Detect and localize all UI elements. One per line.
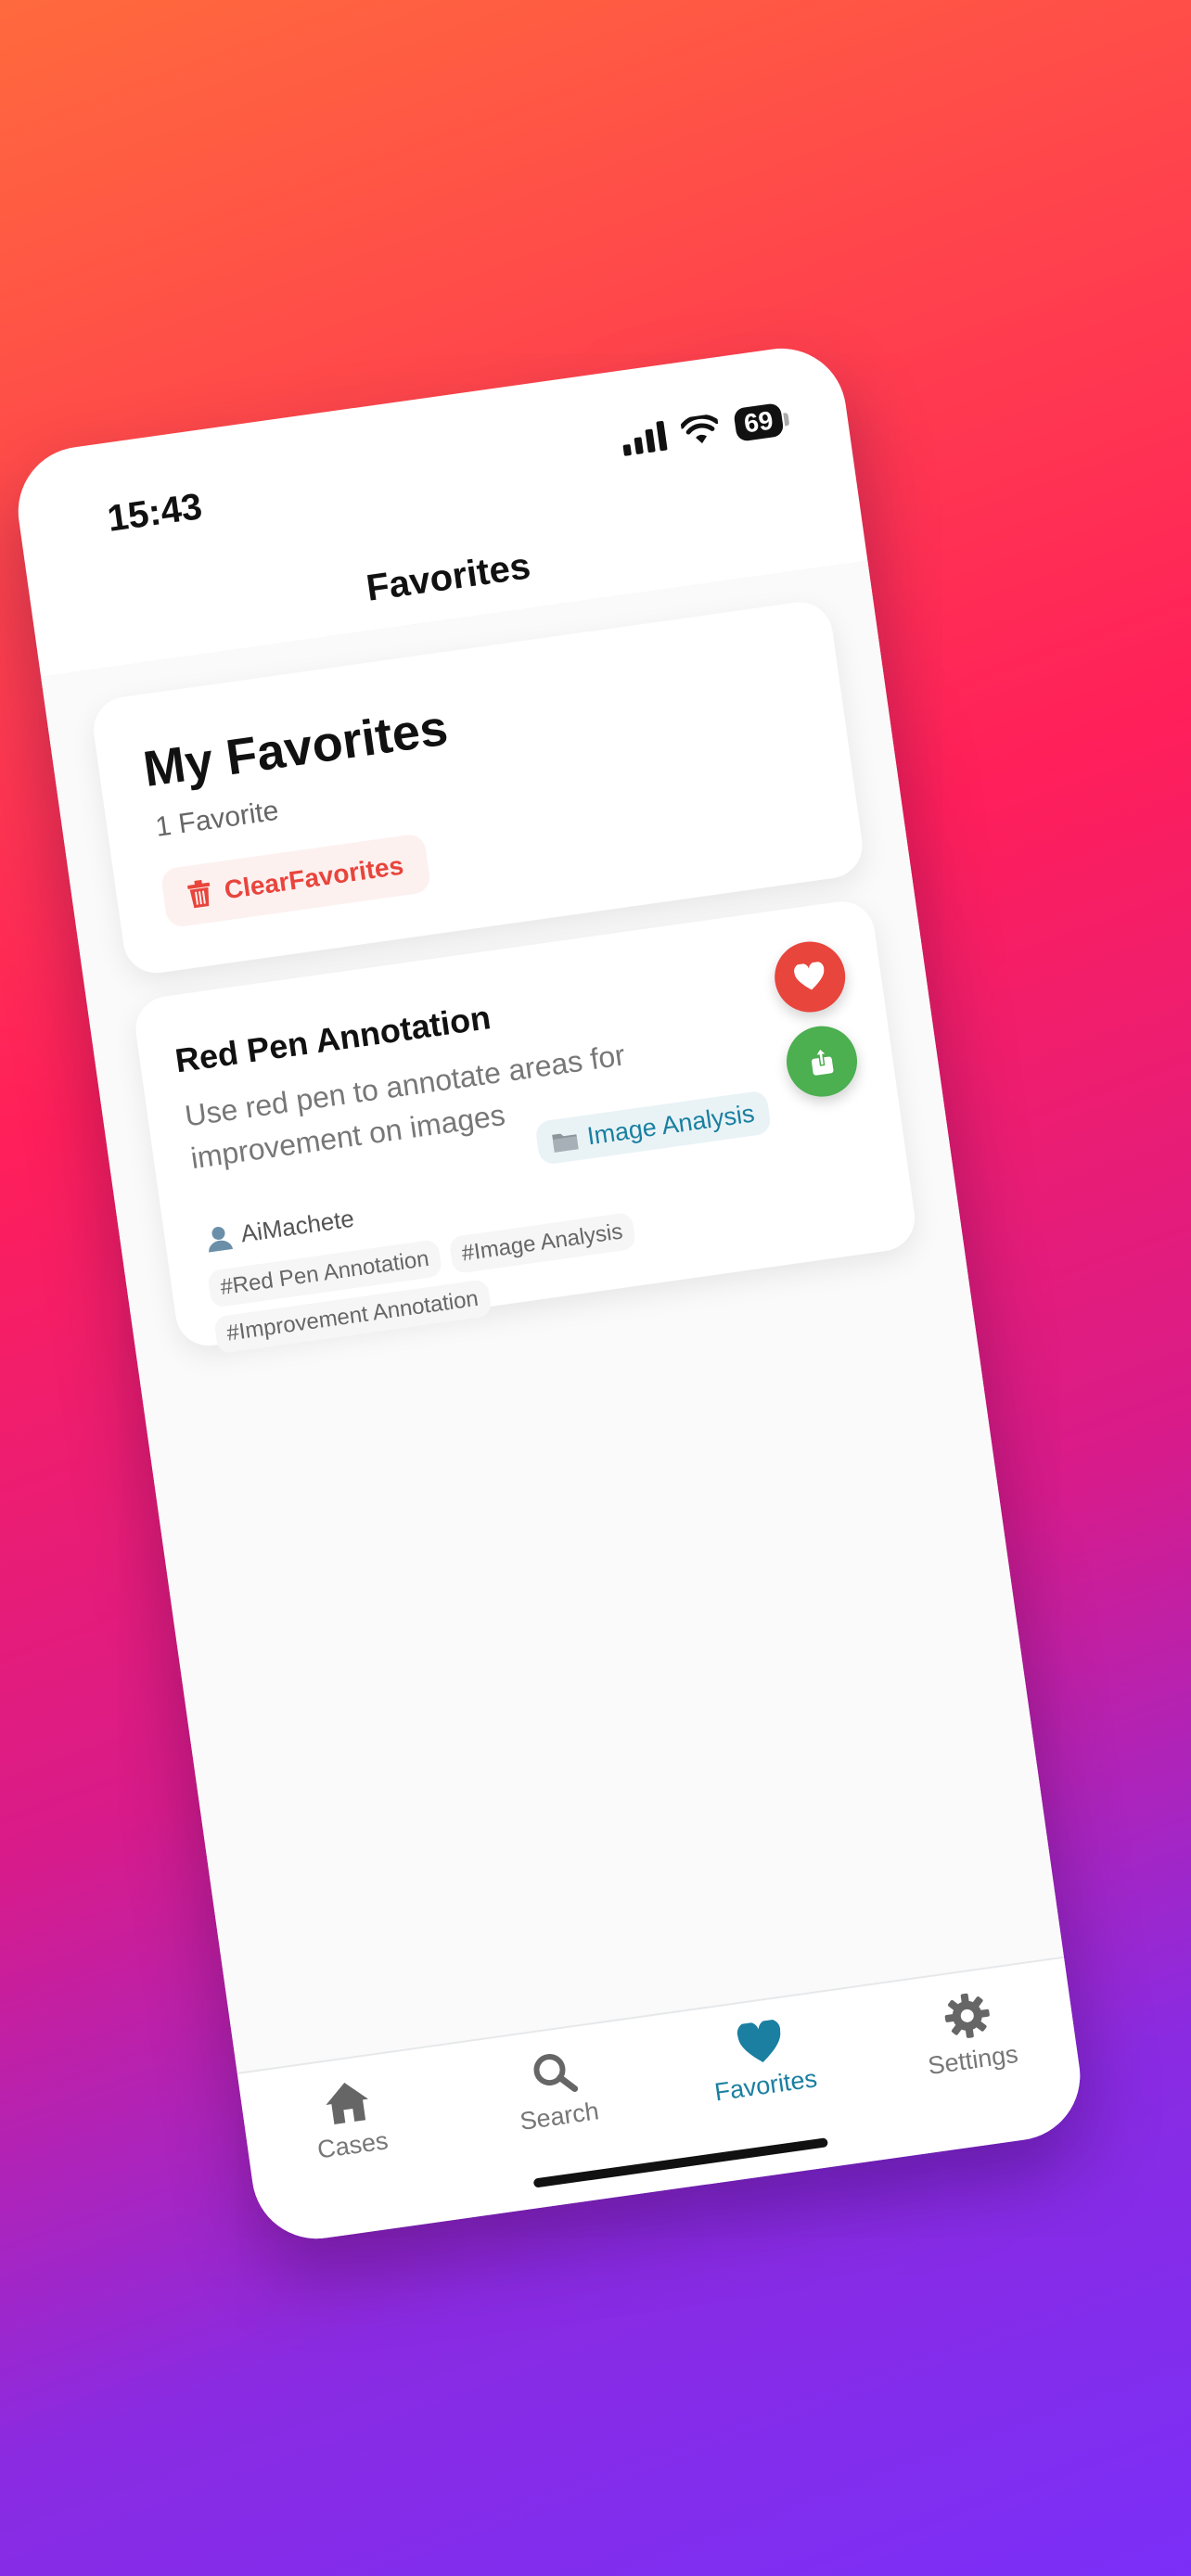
page-title: Favorites: [364, 545, 533, 609]
author-name: AiMachete: [238, 1204, 356, 1248]
share-icon: [811, 1047, 834, 1076]
tab-cases[interactable]: Cases: [251, 2067, 456, 2245]
favorite-case-card[interactable]: Red Pen Annotation Use red pen to annota…: [131, 897, 919, 1355]
summary-title: My Favorites: [139, 699, 452, 798]
tab-label: Cases: [315, 2126, 391, 2164]
unfavorite-button[interactable]: [770, 937, 851, 1017]
heart-icon: [736, 2019, 780, 2063]
trash-icon: [187, 879, 211, 909]
tab-settings[interactable]: Settings: [872, 1980, 1077, 2158]
tab-label: Settings: [926, 2039, 1020, 2081]
favorites-count: 1 Favorite: [153, 795, 281, 843]
status-time: 15:43: [105, 486, 205, 540]
status-icons: 69: [620, 402, 785, 458]
content-area[interactable]: My Favorites 1 Favorite ClearFavorites R…: [41, 560, 1064, 2072]
tag[interactable]: #Image Analysis: [448, 1211, 636, 1275]
home-icon: [325, 2083, 368, 2125]
wifi-icon: [679, 414, 720, 444]
clear-favorites-button[interactable]: ClearFavorites: [160, 833, 431, 929]
folder-icon: [552, 1133, 579, 1153]
tab-search[interactable]: Search: [458, 2038, 663, 2216]
heart-icon: [794, 961, 825, 990]
signal-icon: [620, 420, 668, 456]
battery-icon: 69: [733, 402, 785, 442]
tab-label: Favorites: [712, 2064, 819, 2107]
tab-label: Search: [518, 2097, 601, 2136]
phone-screen: 15:43 69 Favorites My Favorites 1 Favori…: [9, 339, 1089, 2248]
author: AiMachete: [204, 1205, 356, 1254]
search-icon: [533, 2054, 578, 2093]
user-icon: [209, 1226, 233, 1253]
gear-icon: [944, 1993, 990, 2038]
clear-favorites-label: ClearFavorites: [222, 850, 405, 905]
